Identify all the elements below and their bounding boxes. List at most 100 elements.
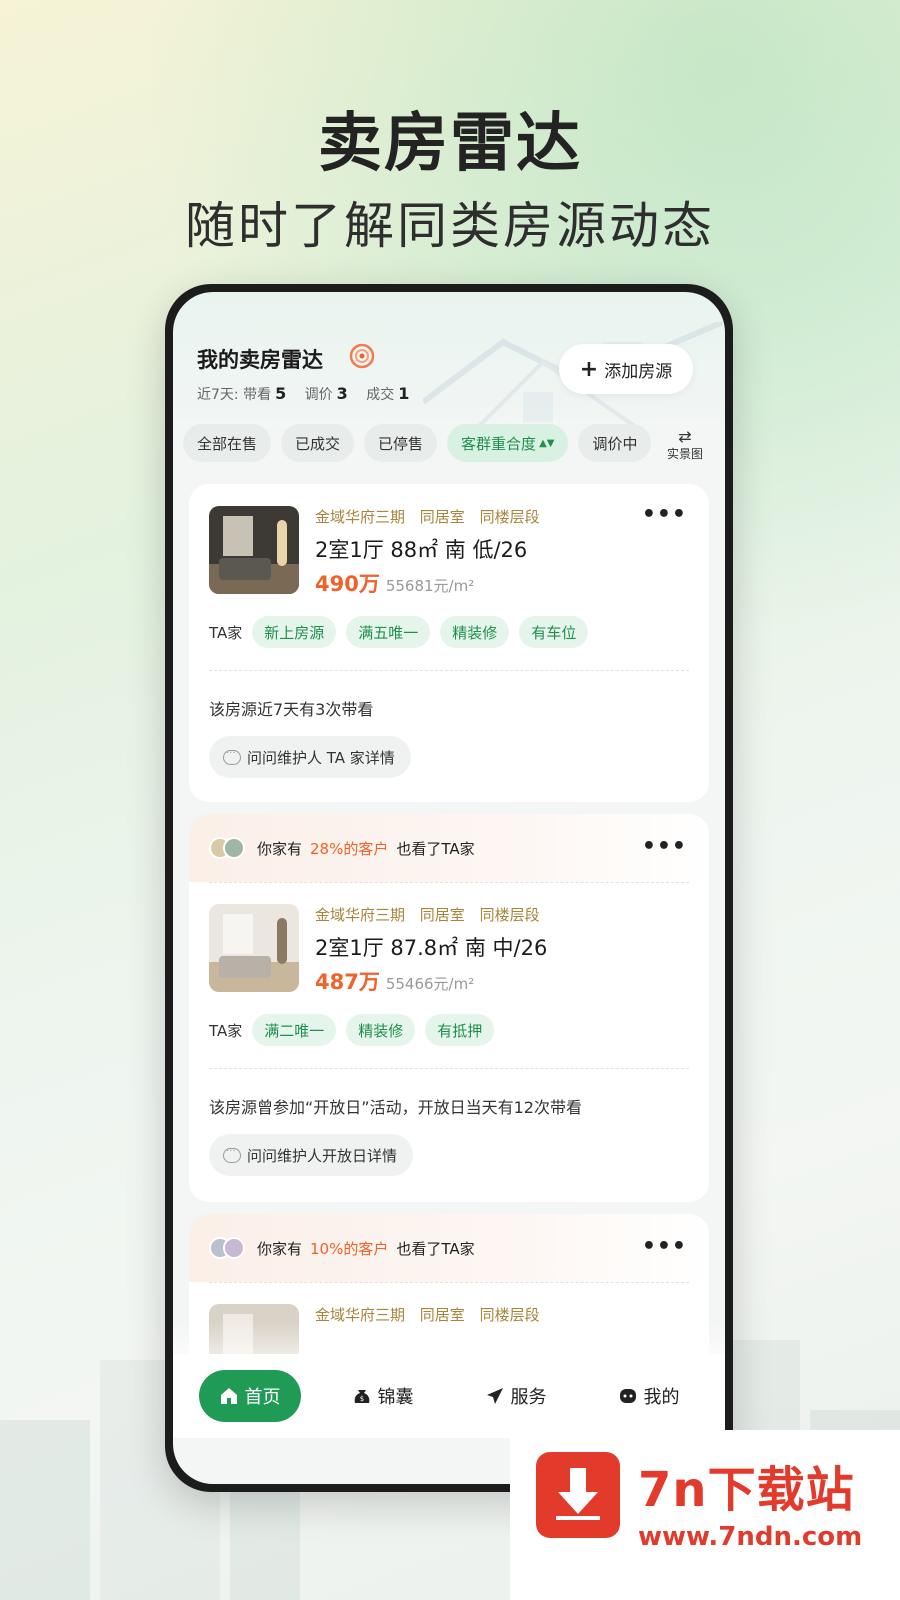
filter-chip[interactable]: 已停售	[364, 424, 438, 462]
filter-chip[interactable]: 已成交	[281, 424, 355, 462]
ask-label: 问问维护人开放日详情	[247, 1146, 398, 1165]
overlap-suffix: 也看了TA家	[396, 1239, 475, 1258]
tag: 精装修	[346, 1014, 416, 1046]
stat-value: 1	[398, 384, 410, 403]
tab-label: 服务	[510, 1387, 547, 1408]
overlap-percent: 10%的客户	[310, 1239, 389, 1258]
badge: 同楼层段	[479, 508, 540, 526]
filter-label: 调价中	[592, 434, 638, 453]
tab-label: 锦囊	[377, 1387, 414, 1408]
customer-avatars	[209, 1236, 249, 1260]
tab-label: 我的	[643, 1387, 680, 1408]
download-logo-icon	[536, 1452, 620, 1538]
tab-profile[interactable]: 我的	[598, 1370, 700, 1422]
plus-icon: +	[579, 356, 599, 382]
total-price: 490万	[315, 572, 380, 596]
listing-card[interactable]: ••• 金域华府三期 同居室 同楼层段 2室1厅 88㎡ 南 低/26 490万…	[189, 484, 709, 802]
overlap-header: 你家有 28%的客户 也看了TA家	[189, 814, 709, 882]
listing-price-line: 490万 55681元/m²	[315, 568, 474, 598]
divider	[209, 882, 689, 883]
hero-title: 卖房雷达	[318, 107, 582, 181]
filter-label: 已停售	[378, 434, 424, 453]
stat-label: 带看	[243, 387, 272, 403]
divider	[209, 1282, 689, 1283]
app-screen: 我的卖房雷达 近7天: 带看 5 调价 3 成交 1 + 添加房源 全部在售 已成交 …	[173, 292, 725, 1484]
stat-value: 3	[336, 384, 348, 403]
ask-label: 问问维护人 TA 家详情	[247, 748, 395, 767]
radar-icon	[349, 343, 375, 369]
unit-price: 55466元/m²	[385, 975, 475, 993]
chat-bubble-icon	[223, 745, 241, 765]
profile-icon	[619, 1389, 636, 1403]
tab-label: 首页	[244, 1387, 281, 1408]
watermark-url: www.7ndn.com	[638, 1522, 863, 1552]
tag: 满二唯一	[252, 1014, 337, 1046]
overlap-header: 你家有 10%的客户 也看了TA家	[189, 1214, 709, 1282]
overlap-suffix: 也看了TA家	[396, 839, 475, 858]
unit-price: 55681元/m²	[385, 577, 475, 595]
stat-label: 调价	[304, 387, 333, 403]
badge: 同居室	[419, 508, 465, 526]
community-name: 金域华府三期	[315, 906, 406, 924]
weekly-stats: 近7天: 带看 5 调价 3 成交 1	[197, 384, 423, 404]
filter-chip-active[interactable]: 客群重合度 ▲▼	[447, 424, 569, 462]
filter-chip[interactable]: 调价中	[578, 424, 652, 462]
community-line: 金域华府三期 同居室 同楼层段	[315, 506, 540, 527]
radar-title: 我的卖房雷达	[197, 348, 323, 372]
community-name: 金域华府三期	[315, 508, 406, 526]
listing-price-line: 487万 55466元/m²	[315, 966, 474, 996]
badge: 同楼层段	[479, 906, 540, 924]
chat-bubble-icon	[223, 1143, 241, 1163]
swap-icon: ⇄	[678, 426, 692, 446]
tab-tips[interactable]: $ 锦囊	[332, 1370, 434, 1422]
owner-label: TA家	[209, 623, 243, 642]
customer-avatars	[209, 836, 249, 860]
more-icon[interactable]: •••	[642, 1234, 687, 1259]
more-icon[interactable]: •••	[642, 834, 687, 859]
stat-label: 成交	[366, 387, 395, 403]
send-icon	[486, 1388, 503, 1404]
tab-home[interactable]: 首页	[198, 1370, 301, 1422]
filter-bar: 全部在售 已成交 已停售 客群重合度 ▲▼ 调价中	[183, 424, 653, 464]
avatar	[223, 1237, 245, 1259]
tag: 满五唯一	[346, 616, 431, 648]
ask-agent-button[interactable]: 问问维护人开放日详情	[209, 1134, 414, 1176]
overlap-prefix: 你家有	[257, 839, 303, 858]
stat-value: 5	[275, 384, 287, 403]
tag: 新上房源	[252, 616, 337, 648]
listing-spec: 2室1厅 87.8㎡ 南 中/26	[315, 936, 548, 960]
avatar	[223, 837, 245, 859]
hero-subtitle: 随时了解同类房源动态	[185, 197, 715, 255]
community-line: 金域华府三期 同居室 同楼层段	[315, 904, 540, 925]
tag-row: TA家 满二唯一 精装修 有抵押	[209, 1014, 495, 1046]
divider	[209, 1068, 689, 1069]
view-toggle-button[interactable]: ⇄ 实景图	[653, 422, 717, 468]
add-listing-button[interactable]: + 添加房源	[559, 344, 693, 394]
tag: 有车位	[519, 616, 589, 648]
listing-spec: 2室1厅 88㎡ 南 低/26	[315, 538, 528, 562]
listing-note: 该房源近7天有3次带看	[209, 700, 374, 719]
tag: 精装修	[440, 616, 510, 648]
filter-label: 全部在售	[197, 434, 258, 453]
watermark: 7n下载站 www.7ndn.com	[510, 1430, 900, 1600]
tab-service[interactable]: 服务	[465, 1370, 567, 1422]
stats-prefix: 近7天:	[197, 387, 239, 403]
listing-card[interactable]: 你家有 28%的客户 也看了TA家 ••• 金域华府三期 同居室 同楼层段 2室…	[189, 814, 709, 1202]
overlap-prefix: 你家有	[257, 1239, 303, 1258]
divider	[209, 670, 689, 671]
overlap-percent: 28%的客户	[310, 839, 389, 858]
ask-agent-button[interactable]: 问问维护人 TA 家详情	[209, 736, 411, 778]
home-icon	[220, 1388, 237, 1404]
bag-icon: $	[354, 1390, 369, 1403]
more-icon[interactable]: •••	[642, 502, 687, 527]
svg-text:$: $	[359, 1395, 363, 1403]
badge: 同居室	[419, 906, 465, 924]
filter-label: 已成交	[295, 434, 341, 453]
add-listing-label: 添加房源	[604, 361, 673, 382]
filter-label: 客群重合度	[461, 434, 537, 453]
view-toggle-label: 实景图	[666, 446, 703, 461]
tag-row: TA家 新上房源 满五唯一 精装修 有车位	[209, 616, 589, 648]
listing-photo	[209, 506, 299, 594]
filter-chip[interactable]: 全部在售	[183, 424, 272, 462]
tag: 有抵押	[425, 1014, 495, 1046]
